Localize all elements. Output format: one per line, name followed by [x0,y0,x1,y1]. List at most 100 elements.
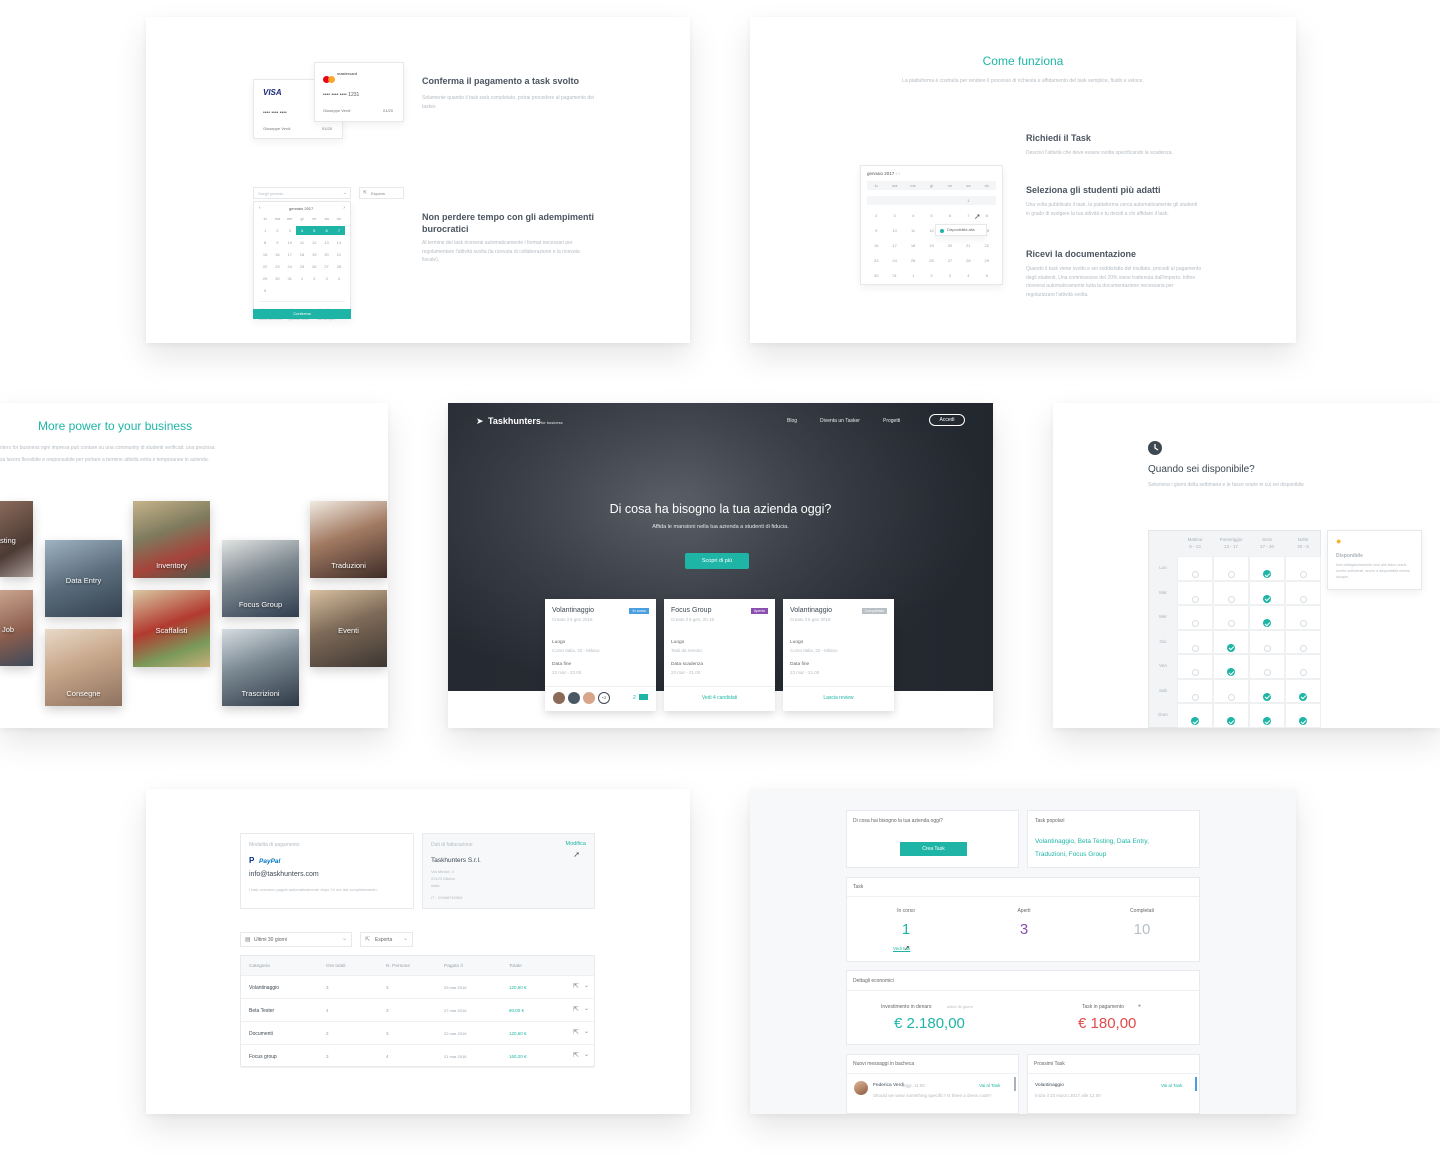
tile-inventory[interactable]: Inventory [133,501,210,578]
tile-traduzioni[interactable]: Traduzioni [310,501,387,578]
stat-value[interactable]: 10 [1112,921,1172,938]
calendar-day[interactable]: 9 [271,238,283,247]
calendar-day[interactable]: 12 [308,238,320,247]
calendar-day[interactable]: 29 [978,256,996,265]
task-card[interactable]: Volantinaggio In corso Creato il 5 gen 201… [545,599,656,711]
availability-slot[interactable] [1249,605,1285,630]
avatar[interactable] [553,692,565,704]
period-filter[interactable]: ▤ Ultimi 30 giorni ⌄ [240,932,352,947]
calendar-day[interactable]: 16 [867,241,885,250]
task-card-action[interactable]: Vedi 4 candidati [664,695,775,701]
availability-slot[interactable] [1213,605,1249,630]
mail-icon[interactable] [639,694,648,700]
avatar[interactable] [583,692,595,704]
calendar-day[interactable]: 1 [904,271,922,280]
availability-slot[interactable] [1213,678,1249,703]
calendar-day[interactable]: 5 [922,211,940,220]
calendar-day[interactable]: 13 [320,238,332,247]
column-header[interactable]: Pagato il [444,964,463,969]
availability-slot[interactable] [1177,678,1213,703]
calendar-day[interactable] [885,196,904,205]
calendar-day[interactable]: 25 [296,262,308,271]
task-card[interactable]: Focus Group Aperto Creato il 5 gen, 20.15 L… [664,599,775,711]
availability-slot[interactable] [1285,678,1321,703]
next-month-icon[interactable]: › [343,205,345,211]
table-row[interactable]: Beta Tester 4 3 27 mar 2016 80,00 € ⇱ ⌄ [241,999,594,1022]
availability-slot[interactable] [1213,556,1249,581]
calendar-day[interactable]: 8 [259,238,271,247]
column-header[interactable]: Totale [509,964,522,969]
stat-value[interactable]: 3 [994,921,1054,938]
calendar-day[interactable]: 29 [259,274,271,283]
billing-export-button[interactable]: ⇱ Esporta ⌄ [360,932,413,947]
calendar-day[interactable]: 3 [284,226,296,235]
calendar-day[interactable]: 23 [271,262,283,271]
availability-slot[interactable] [1285,703,1321,728]
calendar-day[interactable]: 6 [320,226,333,235]
tile-scaffalisti[interactable]: Scaffalisti [133,590,210,667]
availability-slot[interactable] [1285,580,1321,605]
hero-logo[interactable]: Taskhunters [488,416,541,426]
calendar-day[interactable]: 5 [308,226,321,235]
tile-focus-group[interactable]: Focus Group [222,540,299,617]
stat-value[interactable]: 1 [876,921,936,938]
availability-slot[interactable] [1213,629,1249,654]
calendar-day[interactable]: 5 [259,286,271,295]
tile-data-entry[interactable]: Data Entry [45,540,122,617]
table-row[interactable]: Documenti 2 3 22 mar 2016 120,60 € ⇱ ⌄ [241,1022,594,1045]
calendar-day[interactable]: 18 [904,241,922,250]
calendar-day[interactable]: 20 [320,250,332,259]
calendar-day[interactable]: 4 [959,271,977,280]
calendar-day[interactable]: 30 [271,274,283,283]
share-icon[interactable]: ⇱ [573,1028,579,1036]
create-task-button[interactable]: Crea Task [900,842,967,856]
calendar-day[interactable]: 27 [320,262,332,271]
calendar-day[interactable]: 19 [922,241,940,250]
calendar-day[interactable]: 31 [284,274,296,283]
confirm-button[interactable]: Conferma [253,309,351,319]
calendar-day[interactable]: 25 [904,256,922,265]
calendar-day[interactable]: 1 [959,196,978,205]
availability-slot[interactable] [1249,629,1285,654]
how-cal-nav-icon[interactable]: ‹ › [896,171,900,176]
availability-slot[interactable] [1249,556,1285,581]
tile-testing[interactable]: sting [0,501,33,577]
calendar-day[interactable] [977,196,996,205]
calendar-day[interactable]: 21 [959,241,977,250]
chevron-down-icon[interactable]: ⌄ [584,1028,589,1035]
period-select[interactable]: Scegli periodo ⌄ [253,187,351,199]
nav-become-tasker[interactable]: Diventa un Tasker [820,418,860,424]
calendar-day[interactable]: 3 [885,211,903,220]
tile-job[interactable]: Job [0,590,33,666]
calendar-day[interactable]: 9 [867,226,885,235]
calendar-day[interactable]: 14 [333,238,345,247]
next-link[interactable]: Vai al Task [1161,1083,1182,1088]
calendar-day[interactable]: 4 [904,211,922,220]
availability-slot[interactable] [1285,629,1321,654]
availability-slot[interactable] [1177,605,1213,630]
tile-trascrizioni[interactable]: Trascrizioni [222,629,299,706]
calendar-day[interactable]: 19 [308,250,320,259]
chevron-down-icon[interactable]: ⌄ [584,1051,589,1058]
calendar-day[interactable]: 30 [867,271,885,280]
calendar-day[interactable]: 24 [284,262,296,271]
tile-consegne[interactable]: Consegne [45,629,122,706]
availability-slot[interactable] [1177,654,1213,679]
calendar-day[interactable]: 1 [296,274,308,283]
availability-slot[interactable] [1213,703,1249,728]
invest-period[interactable]: ultimi 30 giorni [947,1004,973,1009]
availability-slot[interactable] [1285,654,1321,679]
availability-slot[interactable] [1177,580,1213,605]
availability-slot[interactable] [1285,556,1321,581]
calendar-day[interactable]: 7 [332,226,345,235]
calendar-day[interactable]: 2 [271,226,283,235]
calendar-day[interactable]: 2 [867,211,885,220]
column-header[interactable]: N. Persone [386,964,410,969]
date-picker-grid[interactable]: lu ma me gi ve sa do 1 2 3 4 5 6 7 8 9 10 11 12 13 14 15 16 17 1… [259,214,345,295]
login-button[interactable]: Accedi [929,414,965,426]
calendar-day[interactable]: 18 [296,250,308,259]
availability-slot[interactable] [1177,703,1213,728]
calendar-day[interactable] [940,196,960,205]
column-header[interactable]: Categoria [249,964,270,969]
chevron-down-icon[interactable]: ⌄ [584,982,589,989]
